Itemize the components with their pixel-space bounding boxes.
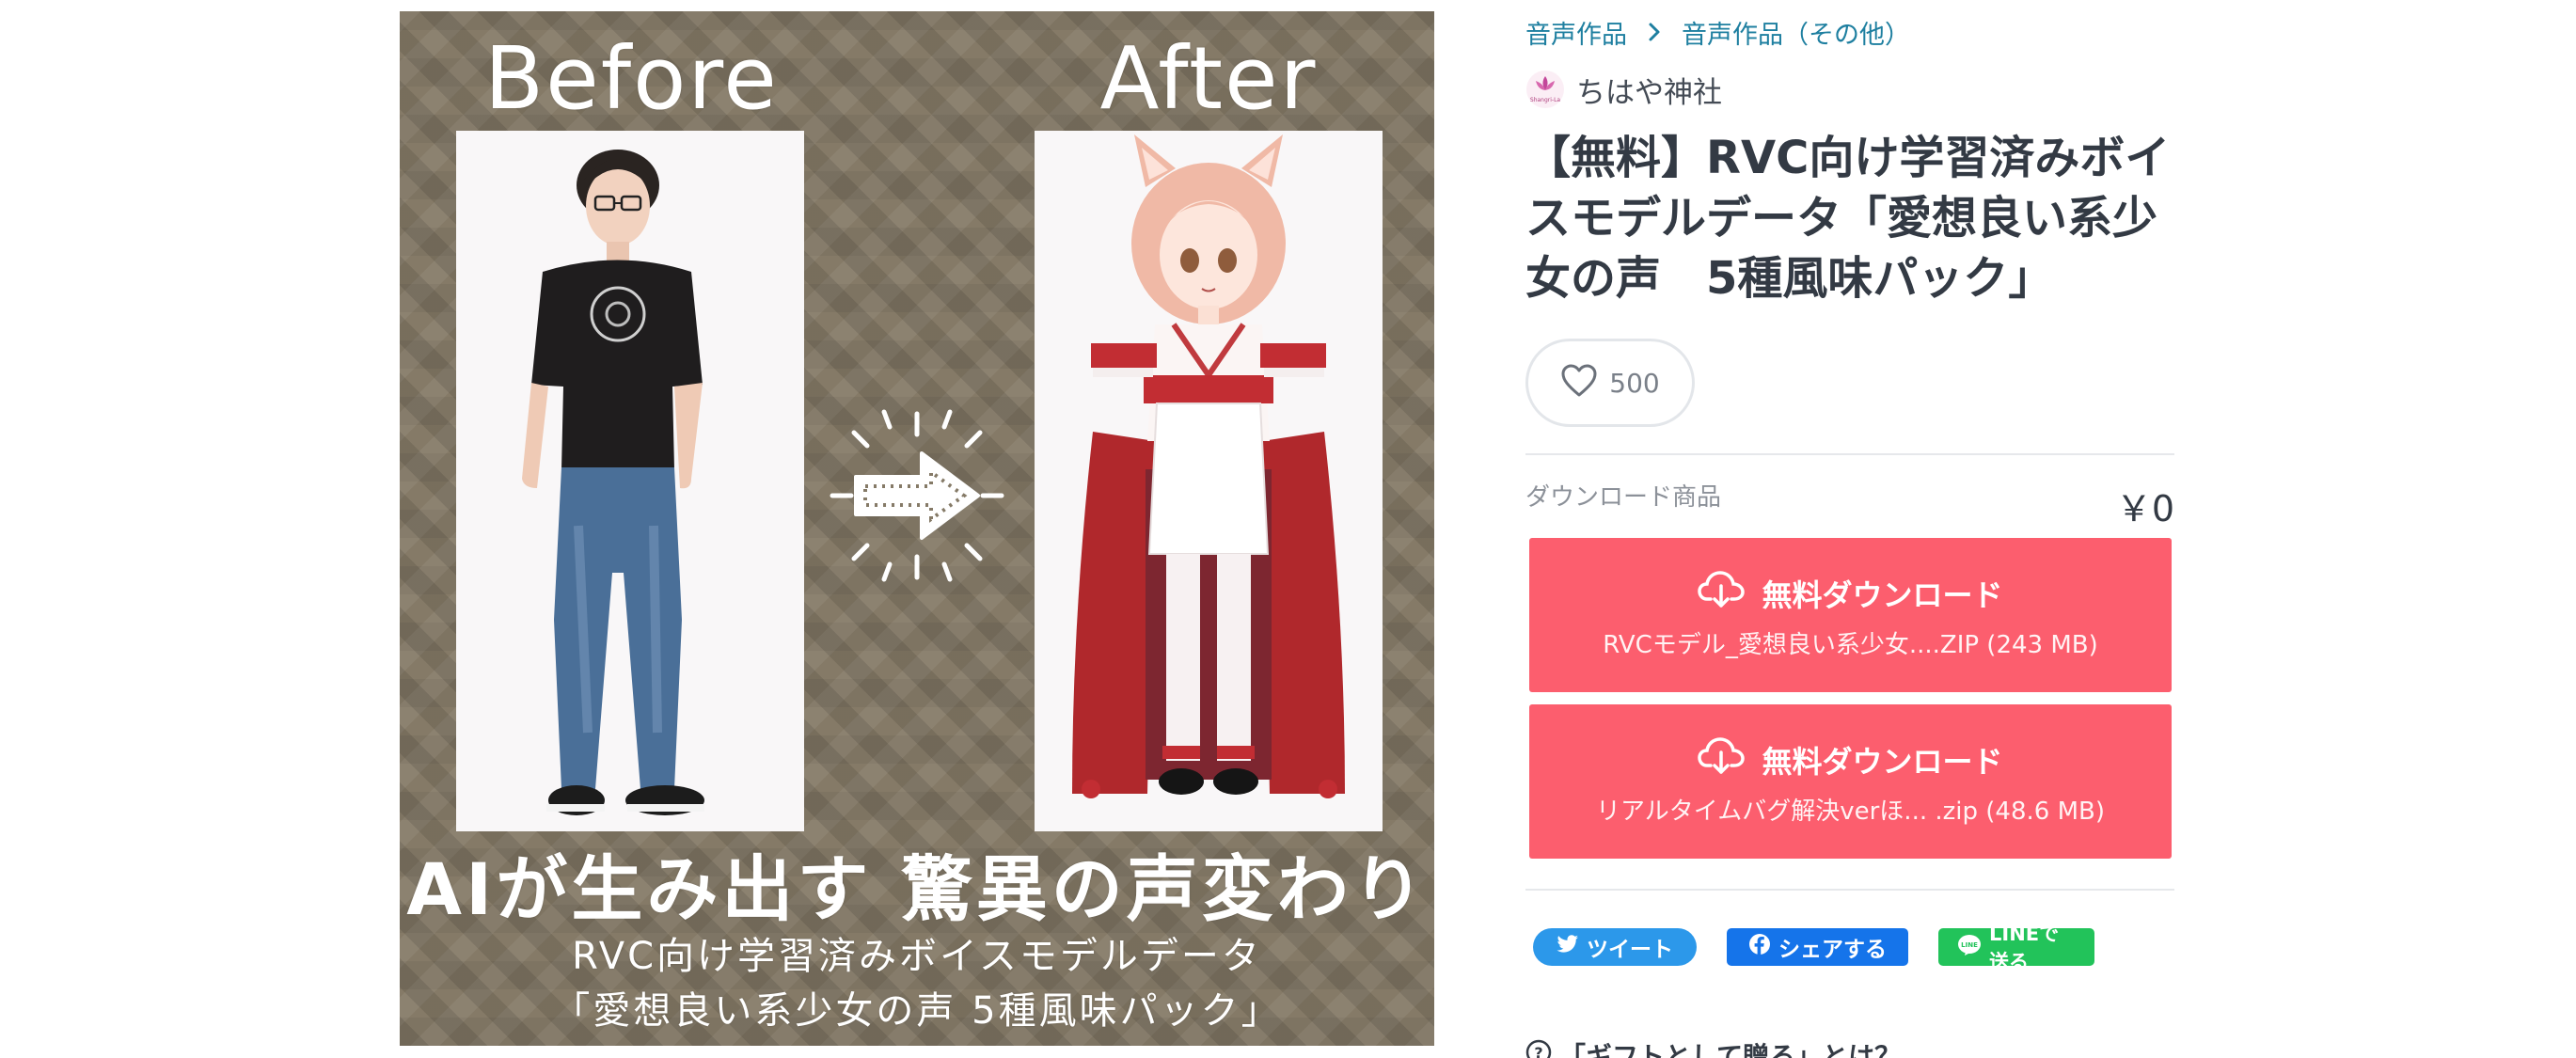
like-count: 500 [1609, 367, 1660, 399]
variant-label: ダウンロード商品 [1525, 483, 1722, 512]
svg-text:?: ? [1534, 1044, 1542, 1058]
product-page: Before After AIが生み出す 驚異の声変わり RVC向け学習済みボイ… [0, 0, 2576, 1058]
after-label: After [1099, 28, 1318, 129]
question-circle-icon: ? [1525, 1039, 1552, 1058]
product-image[interactable]: Before After AIが生み出す 驚異の声変わり RVC向け学習済みボイ… [400, 11, 1434, 1046]
product-title: 【無料】RVC向け学習済みボイスモデルデータ「愛想良い系少女の声 5種風味パック… [1525, 132, 2171, 305]
shop-link[interactable]: Shangri-La ちはや神社 [1525, 68, 1722, 111]
heart-icon [1560, 363, 1598, 403]
download-button-label: 無料ダウンロード [1762, 576, 2003, 613]
line-share-button[interactable]: LINE LINEで送る [1938, 923, 2094, 973]
cloud-download-icon [1698, 570, 1746, 616]
shop-logo[interactable]: Shangri-La [1525, 70, 1565, 109]
image-sub-caption: RVC向け学習済みボイスモデルデータ [572, 935, 1262, 978]
arrow-right-icon [830, 409, 1004, 582]
facebook-icon [1748, 933, 1771, 961]
gift-info-label: 「ギフトとして贈る」とは？ [1559, 1041, 1902, 1058]
variant-price: ￥0 [2115, 488, 2174, 529]
breadcrumb-item-voice-works-other[interactable]: 音声作品（その他） [1682, 14, 1910, 51]
cloud-download-icon [1698, 736, 1746, 782]
chevron-right-icon [1648, 22, 1661, 42]
shop-logo-text: Shangri-La [1530, 97, 1561, 103]
before-label: Before [484, 28, 779, 129]
divider [1525, 889, 2174, 891]
download-file-name: RVCモデル_愛想良い系少女....ZIP (243 MB) [1603, 630, 2098, 659]
share-buttons: ツイート シェアする LINE LINEで送る [1533, 923, 2094, 973]
image-main-caption: AIが生み出す 驚異の声変わり [406, 847, 1428, 931]
breadcrumb-item-voice-works[interactable]: 音声作品 [1525, 14, 1627, 51]
before-illustration [456, 131, 804, 831]
facebook-share-button[interactable]: シェアする [1727, 928, 1908, 966]
facebook-share-label: シェアする [1778, 938, 1887, 962]
tweet-button[interactable]: ツイート [1533, 928, 1697, 966]
svg-text:LINE: LINE [1961, 941, 1978, 949]
like-button[interactable]: 500 [1525, 339, 1695, 427]
twitter-bird-icon [1557, 935, 1579, 959]
line-icon: LINE [1957, 934, 1982, 961]
gift-info-link[interactable]: ? 「ギフトとして贈る」とは？ [1525, 1036, 1901, 1058]
line-share-label: LINEで送る [1989, 923, 2060, 973]
shop-name[interactable]: ちはや神社 [1576, 69, 1722, 111]
image-sub-caption: 「愛想良い系少女の声 5種風味パック」 [552, 989, 1282, 1033]
tweet-label: ツイート [1587, 938, 1673, 962]
breadcrumb: 音声作品 音声作品（その他） [1525, 13, 1910, 51]
free-download-button[interactable]: 無料ダウンロード RVCモデル_愛想良い系少女....ZIP (243 MB) [1529, 538, 2172, 692]
after-illustration [1035, 131, 1383, 831]
divider [1525, 453, 2174, 455]
download-file-name: リアルタイムバグ解決verほ... .zip (48.6 MB) [1596, 797, 2105, 826]
free-download-button[interactable]: 無料ダウンロード リアルタイムバグ解決verほ... .zip (48.6 MB… [1529, 704, 2172, 859]
download-button-label: 無料ダウンロード [1762, 743, 2003, 780]
